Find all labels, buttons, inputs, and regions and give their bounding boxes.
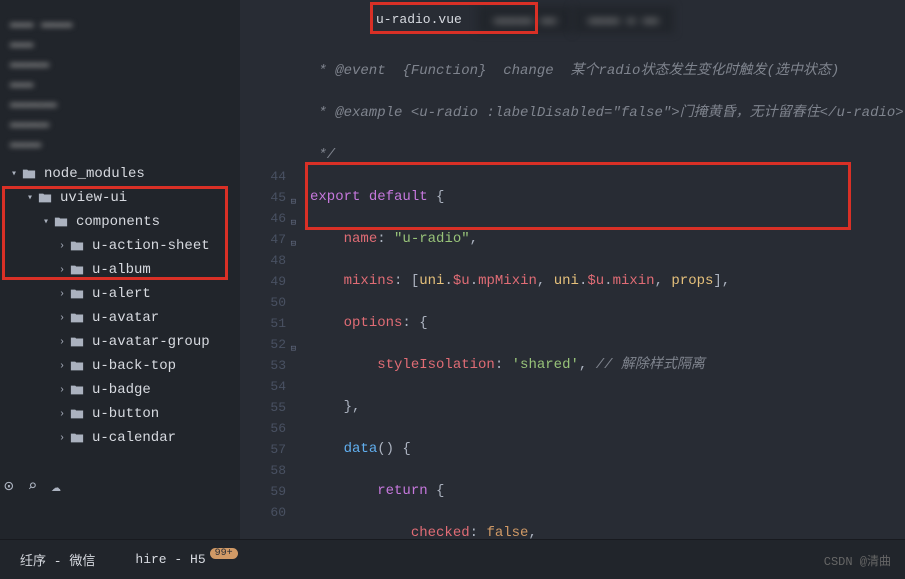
- taskbar-label: hire - H5: [135, 552, 205, 567]
- folder-icon: [70, 382, 86, 398]
- tab-label: u-radio.vue: [376, 12, 462, 27]
- tree-label: u-album: [92, 262, 151, 278]
- tree-label: u-action-sheet: [92, 238, 210, 254]
- line-number-gutter: 44 45⊟ 46⊟ 47⊟ 48 49 50 51 52⊟ 53 54 55 …: [240, 0, 294, 540]
- tree-node-modules[interactable]: ▾ node_modules: [0, 162, 240, 186]
- tree-label: node_modules: [44, 166, 145, 182]
- tree-label: u-back-top: [92, 358, 176, 374]
- folder-icon: [70, 358, 86, 374]
- tree-uview-ui[interactable]: ▾ uview-ui: [0, 186, 240, 210]
- tree-component-folder[interactable]: › u-calendar: [0, 426, 240, 450]
- notification-badge: 99+: [210, 548, 238, 559]
- chevron-down-icon: ▾: [22, 192, 38, 204]
- chevron-right-icon: ›: [54, 337, 70, 348]
- fold-icon[interactable]: ⊟: [291, 192, 296, 213]
- folder-icon: [38, 190, 54, 206]
- code-editor: u-radio.vue ▬▬▬▬▬ ▬▬ ▬▬▬▬ ▬ ▬▬ 44 45⊟ 46…: [240, 0, 905, 540]
- taskbar-item[interactable]: hire - H5 99+: [115, 540, 257, 579]
- tree-component-folder[interactable]: › u-avatar: [0, 306, 240, 330]
- chevron-right-icon: ›: [54, 241, 70, 252]
- chevron-right-icon: ›: [54, 361, 70, 372]
- tree-label: u-calendar: [92, 430, 176, 446]
- folder-icon: [70, 262, 86, 278]
- tree-components[interactable]: ▾ components: [0, 210, 240, 234]
- tree-component-folder[interactable]: › u-action-sheet: [0, 234, 240, 258]
- tree-label: u-avatar-group: [92, 334, 210, 350]
- tree-label: components: [76, 214, 160, 230]
- search-icon[interactable]: ⌕: [28, 476, 38, 496]
- editor-tab-active[interactable]: u-radio.vue: [360, 6, 478, 33]
- tree-component-folder[interactable]: › u-album: [0, 258, 240, 282]
- code-content[interactable]: * @event {Function} change 某个radio状态发生变化…: [294, 0, 905, 540]
- chevron-right-icon: ›: [54, 385, 70, 396]
- cloud-icon[interactable]: ☁: [51, 476, 61, 496]
- folder-icon: [70, 334, 86, 350]
- fold-icon[interactable]: ⊟: [291, 339, 296, 360]
- watermark: CSDN @清曲: [824, 552, 891, 569]
- tree-component-folder[interactable]: › u-button: [0, 402, 240, 426]
- chevron-right-icon: ›: [54, 265, 70, 276]
- tree-component-folder[interactable]: › u-avatar-group: [0, 330, 240, 354]
- editor-tab-blurred: ▬▬▬▬▬ ▬▬: [478, 6, 572, 33]
- folder-icon: [70, 430, 86, 446]
- chevron-right-icon: ›: [54, 409, 70, 420]
- taskbar-item[interactable]: 纴序 - 微信: [0, 540, 115, 579]
- bottom-taskbar: 纴序 - 微信 hire - H5 99+: [0, 539, 905, 579]
- taskbar-label: 纴序 - 微信: [20, 550, 95, 569]
- tree-component-folder[interactable]: › u-back-top: [0, 354, 240, 378]
- tree-label: u-alert: [92, 286, 151, 302]
- blurred-region: ▬▬▬ ▬▬▬▬ ▬▬▬ ▬▬▬▬▬ ▬▬▬ ▬▬▬▬▬▬ ▬▬▬▬▬ ▬▬▬▬: [0, 4, 240, 162]
- tree-component-folder[interactable]: › u-badge: [0, 378, 240, 402]
- chevron-right-icon: ›: [54, 313, 70, 324]
- chevron-right-icon: ›: [54, 433, 70, 444]
- folder-icon: [70, 238, 86, 254]
- file-explorer-sidebar: ▬▬▬ ▬▬▬▬ ▬▬▬ ▬▬▬▬▬ ▬▬▬ ▬▬▬▬▬▬ ▬▬▬▬▬ ▬▬▬▬…: [0, 0, 240, 540]
- chevron-right-icon: ›: [54, 289, 70, 300]
- folder-icon: [54, 214, 70, 230]
- editor-tabs: u-radio.vue ▬▬▬▬▬ ▬▬ ▬▬▬▬ ▬ ▬▬: [360, 6, 674, 33]
- tree-label: u-avatar: [92, 310, 159, 326]
- sidebar-toolbar: ⊙ ⌕ ☁: [4, 476, 61, 496]
- tree-label: uview-ui: [60, 190, 127, 206]
- tree-component-folder[interactable]: › u-alert: [0, 282, 240, 306]
- folder-icon: [70, 310, 86, 326]
- editor-tab-blurred: ▬▬▬▬ ▬ ▬▬: [572, 6, 674, 33]
- folder-icon: [70, 286, 86, 302]
- chevron-down-icon: ▾: [6, 168, 22, 180]
- fold-icon[interactable]: ⊟: [291, 213, 296, 234]
- chevron-down-icon: ▾: [38, 216, 54, 228]
- tree-label: u-button: [92, 406, 159, 422]
- folder-icon: [22, 166, 38, 182]
- tree-label: u-badge: [92, 382, 151, 398]
- folder-icon: [70, 406, 86, 422]
- outline-icon[interactable]: ⊙: [4, 476, 14, 496]
- fold-icon[interactable]: ⊟: [291, 234, 296, 255]
